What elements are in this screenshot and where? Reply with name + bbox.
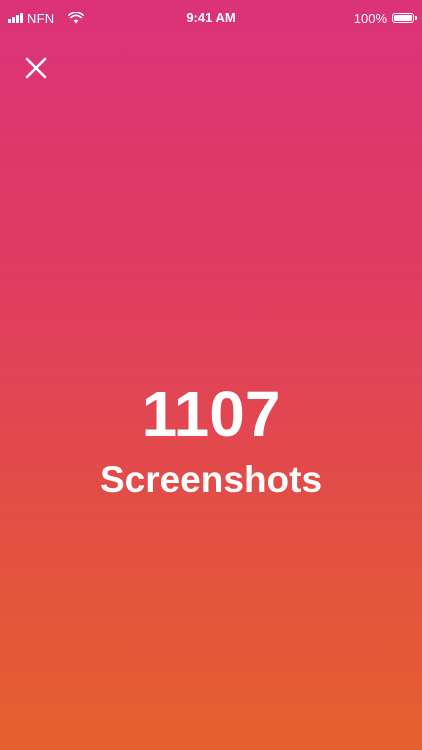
close-icon <box>25 57 47 79</box>
close-button[interactable] <box>16 48 56 88</box>
battery-cap <box>415 16 417 20</box>
screenshots-summary-screen: NFN 9:41 AM 100% 1107 Screenshots <box>0 0 422 750</box>
battery-percentage: 100% <box>353 10 387 26</box>
screenshot-count-label: Screenshots <box>99 459 323 500</box>
screenshot-count-summary: 1107 Screenshots <box>0 376 422 502</box>
status-bar: NFN 9:41 AM 100% <box>0 0 422 36</box>
battery-full-icon <box>392 13 417 23</box>
status-right: 100% <box>353 10 417 26</box>
battery-level-fill <box>394 15 412 21</box>
screenshot-count: 1107 <box>141 378 281 450</box>
